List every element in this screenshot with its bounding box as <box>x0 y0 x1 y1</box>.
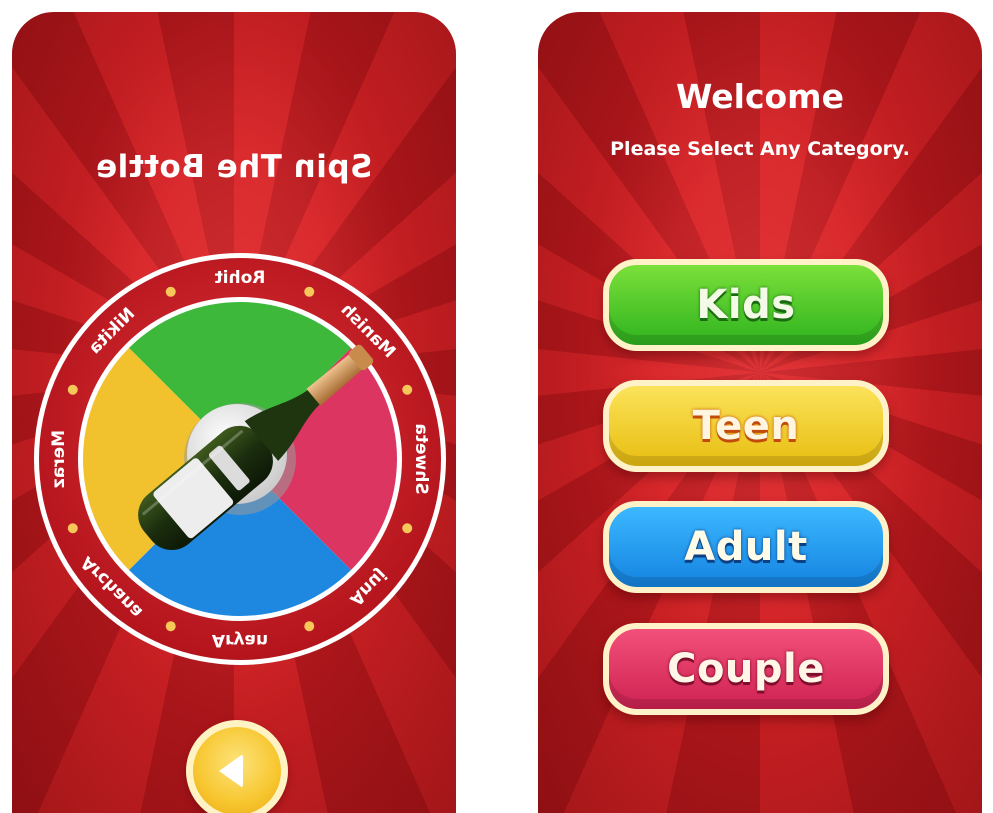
wheel-name-shweta: Shweta <box>411 423 431 494</box>
teen-label: Teen <box>692 403 800 449</box>
couple-label: Couple <box>667 646 825 692</box>
screen-title: Spin The Bottle <box>95 149 373 185</box>
rim-dot <box>304 621 315 632</box>
couple-category-button[interactable]: Couple <box>603 623 889 715</box>
adult-category-button[interactable]: Adult <box>603 501 889 593</box>
adult-label: Adult <box>684 524 808 570</box>
rim-dot <box>402 523 413 534</box>
wheel-name-rohit: Rohit <box>215 268 266 288</box>
rim-dot <box>165 286 176 297</box>
wheel-name-aryan: Aryan <box>212 630 268 650</box>
welcome-heading: Welcome <box>676 77 844 116</box>
wheel-name-meraz: Meraz <box>49 430 69 488</box>
kids-category-button[interactable]: Kids <box>603 259 889 351</box>
category-prompt: Please Select Any Category. <box>610 138 910 160</box>
back-button[interactable] <box>186 720 288 813</box>
rim-dot <box>165 621 176 632</box>
category-screen: Welcome Please Select Any Category. Kids… <box>538 12 982 813</box>
rim-dot <box>67 523 78 534</box>
spin-wheel[interactable]: RohitManishShwetaAnujAryanArchanaMerazNi… <box>27 246 453 672</box>
kids-label: Kids <box>696 282 796 328</box>
rim-dot <box>402 384 413 395</box>
spin-screen: Spin The Bottle Rohit Manish Shweta Anuj… <box>12 12 456 813</box>
teen-category-button[interactable]: Teen <box>603 380 889 472</box>
rim-dot <box>67 384 78 395</box>
play-back-icon <box>219 754 243 788</box>
rim-dot <box>304 286 315 297</box>
